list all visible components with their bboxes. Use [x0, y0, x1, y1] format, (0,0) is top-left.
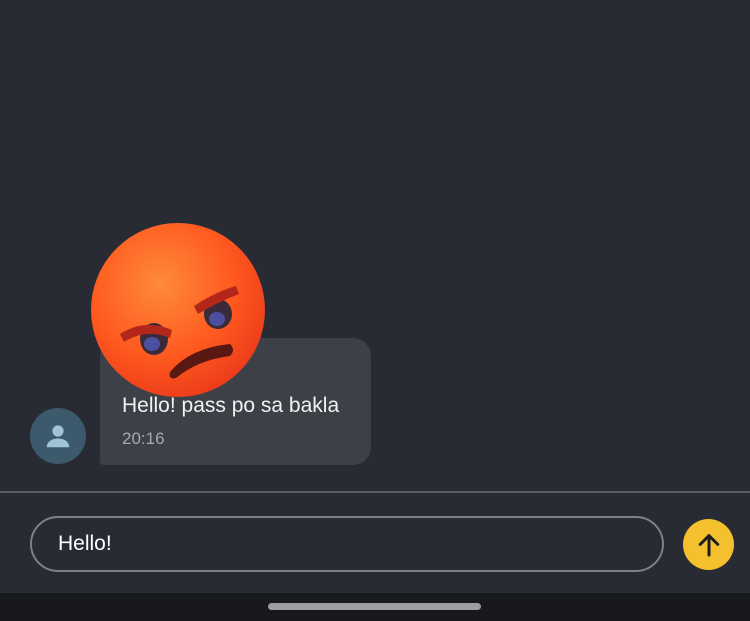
avatar[interactable] [30, 408, 86, 464]
home-indicator[interactable] [268, 603, 481, 610]
message-timestamp: 20:16 [122, 429, 165, 448]
send-button[interactable] [683, 519, 734, 570]
chat-screen: a Hello! pass po sa bakla 20:16 [0, 0, 750, 621]
angry-face-emoji [91, 223, 265, 397]
message-input[interactable] [30, 516, 664, 572]
person-icon [46, 425, 70, 448]
arrow-up-icon [698, 533, 719, 556]
